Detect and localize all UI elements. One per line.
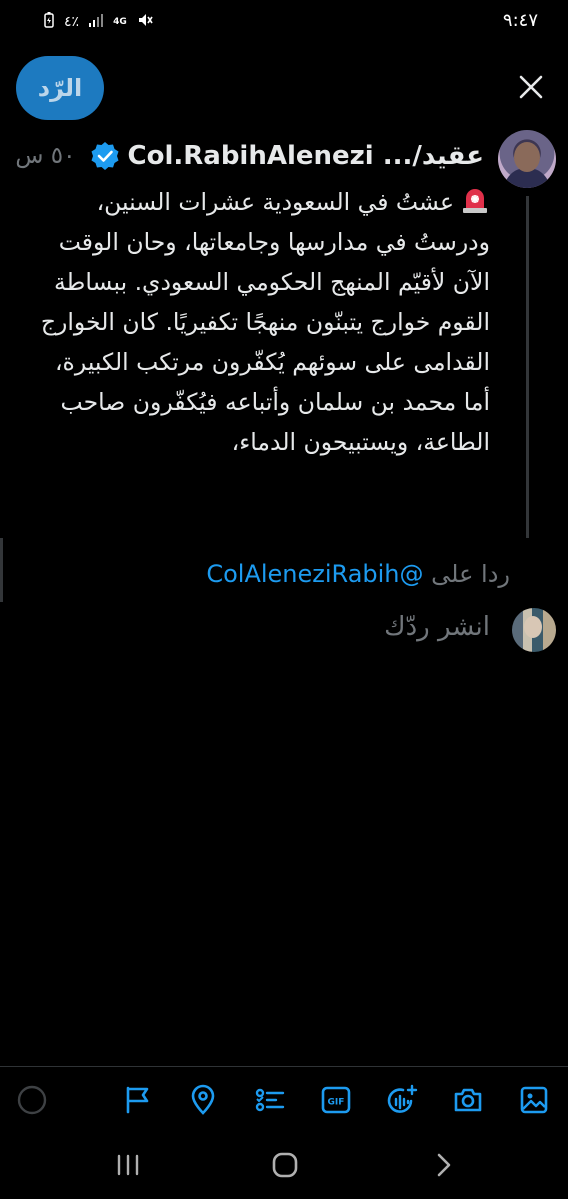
poll-icon[interactable] (254, 1084, 286, 1116)
verified-badge-icon (90, 141, 120, 171)
gif-icon[interactable]: GIF (320, 1084, 352, 1116)
image-icon[interactable] (518, 1084, 550, 1116)
tweet-text-container: عشتُ في السعودية عشرات السنين، ودرستُ في… (40, 182, 490, 462)
replying-to: ردا على @ColAleneziRabih (206, 560, 510, 588)
divider (0, 538, 3, 602)
police-siren-emoji-icon (460, 186, 490, 214)
status-bar: ٤٪ 4G ٩:٤٧ (0, 0, 568, 44)
recent-apps-icon[interactable] (116, 1154, 140, 1176)
voice-icon[interactable] (386, 1084, 418, 1116)
flag-icon[interactable] (121, 1084, 153, 1116)
tweet-time: ٥٠ س (15, 143, 76, 169)
network-type: 4G (113, 16, 127, 27)
signal-icon (89, 13, 104, 31)
status-icons: ٤٪ 4G (44, 12, 153, 32)
camera-icon[interactable] (452, 1084, 484, 1116)
gif-label: GIF (328, 1098, 345, 1108)
replying-to-prefix: ردا على (431, 560, 510, 588)
location-icon[interactable] (187, 1084, 219, 1116)
thread-line (526, 196, 529, 538)
author-avatar[interactable] (498, 130, 556, 188)
reply-button[interactable]: الرّد (16, 56, 104, 120)
tweet-header: عقيد/... Col.RabihAlenezi ٥٠ س (15, 136, 484, 176)
author-name[interactable]: عقيد/... Col.RabihAlenezi (128, 141, 484, 171)
close-icon[interactable] (516, 72, 546, 102)
mute-icon (137, 12, 153, 32)
clock: ٩:٤٧ (502, 10, 538, 31)
user-avatar (512, 608, 556, 652)
home-icon[interactable] (272, 1152, 298, 1178)
tweet-text: عشتُ في السعودية عشرات السنين، ودرستُ في… (40, 188, 490, 456)
reply-input[interactable]: انشر ردّك (384, 612, 490, 642)
battery-icon (44, 12, 54, 32)
replying-to-handle[interactable]: @ColAleneziRabih (206, 560, 423, 588)
character-progress-ring (17, 1085, 47, 1115)
toolbar-divider (0, 1066, 568, 1067)
back-icon[interactable] (434, 1152, 454, 1178)
battery-percent: ٤٪ (64, 14, 80, 30)
